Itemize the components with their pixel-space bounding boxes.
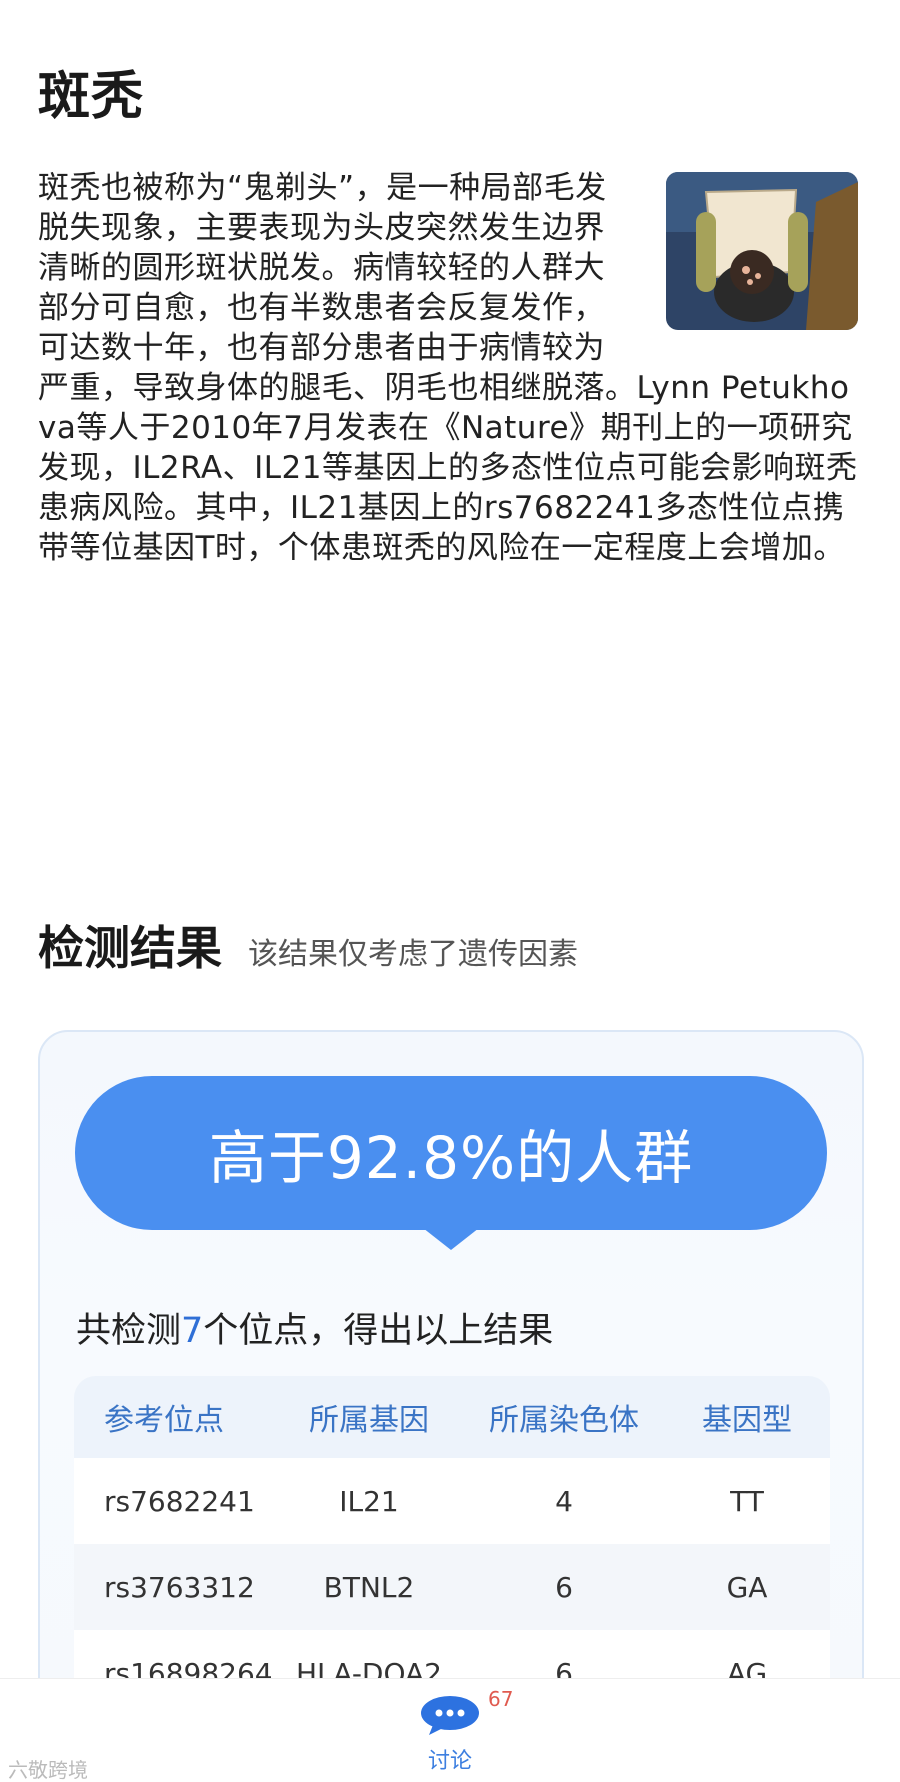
illustration-image: [666, 172, 858, 330]
table-header: 参考位点 所属基因 所属染色体 基因型: [74, 1376, 830, 1458]
bottom-bar: 讨论 67: [0, 1678, 900, 1782]
header-genotype: 基因型: [702, 1403, 792, 1438]
cell-genotype: GA: [726, 1570, 768, 1604]
discuss-button[interactable]: 讨论: [410, 1689, 490, 1775]
cell-chromosome: 6: [555, 1570, 573, 1604]
summary-prefix: 共检测: [76, 1311, 182, 1351]
watermark: 六敬跨境: [8, 1758, 88, 1782]
discuss-count-badge: 67: [488, 1687, 514, 1711]
highlight-bubble: 高于92.8%的人群: [75, 1076, 827, 1230]
table-row: rs7682241 IL21 4 TT: [74, 1458, 830, 1544]
cell-site: rs3763312: [104, 1570, 255, 1604]
intro-section: 斑秃也被称为“鬼剃头”，是一种局部毛发脱失现象，主要表现为头皮突然发生边界清晰的…: [38, 168, 858, 568]
bubble-tail: [423, 1228, 479, 1250]
cell-chromosome: 4: [555, 1484, 573, 1518]
cell-site: rs7682241: [104, 1484, 255, 1518]
section-title: 检测结果: [38, 921, 222, 975]
section-note: 该结果仅考虑了遗传因素: [248, 937, 578, 972]
results-table: 参考位点 所属基因 所属染色体 基因型 rs7682241 IL21 4 TT …: [74, 1376, 830, 1716]
discuss-label: 讨论: [427, 1749, 472, 1774]
summary-text: 共检测7个位点，得出以上结果: [76, 1302, 553, 1353]
cell-genotype: TT: [730, 1484, 764, 1518]
result-card: 高于92.8%的人群 共检测7个位点，得出以上结果 参考位点 所属基因 所属染色…: [38, 1030, 864, 1750]
cell-gene: IL21: [339, 1484, 399, 1518]
chat-bubble-icon: [421, 1696, 479, 1735]
summary-count: 7: [181, 1311, 204, 1351]
result-header: 检测结果 该结果仅考虑了遗传因素: [38, 912, 578, 978]
header-site: 参考位点: [104, 1403, 224, 1438]
header-chromosome: 所属染色体: [489, 1403, 639, 1438]
cell-gene: BTNL2: [323, 1570, 415, 1604]
table-row: rs3763312 BTNL2 6 GA: [74, 1544, 830, 1630]
page-title: 斑秃: [38, 67, 145, 127]
summary-suffix: 个位点，得出以上结果: [203, 1311, 554, 1351]
highlight-text: 高于92.8%的人群: [208, 1124, 694, 1192]
header-gene: 所属基因: [309, 1403, 429, 1438]
